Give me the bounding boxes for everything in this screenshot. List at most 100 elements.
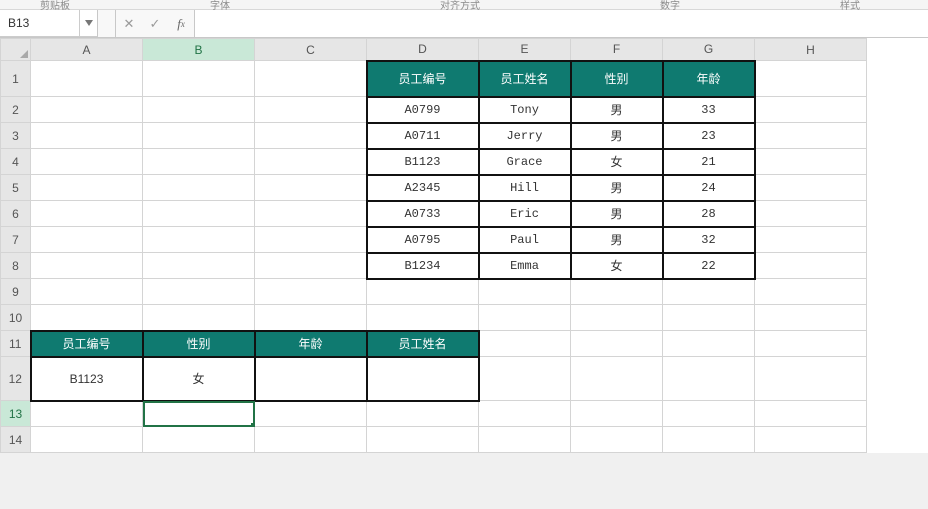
cell-C8[interactable] (255, 253, 367, 279)
cell-A1[interactable] (31, 61, 143, 97)
cell-H6[interactable] (755, 201, 867, 227)
cell-C3[interactable] (255, 123, 367, 149)
row-header-2[interactable]: 2 (1, 97, 31, 123)
cell-F4[interactable]: 女 (571, 149, 663, 175)
row-header-11[interactable]: 11 (1, 331, 31, 357)
cell-G12[interactable] (663, 357, 755, 401)
cell-B2[interactable] (143, 97, 255, 123)
cell-E13[interactable] (479, 401, 571, 427)
col-header-A[interactable]: A (31, 39, 143, 61)
cell-A9[interactable] (31, 279, 143, 305)
cell-E9[interactable] (479, 279, 571, 305)
cell-H9[interactable] (755, 279, 867, 305)
cell-A3[interactable] (31, 123, 143, 149)
cell-D2[interactable]: A0799 (367, 97, 479, 123)
name-box[interactable]: B13 (0, 10, 80, 37)
cell-A14[interactable] (31, 427, 143, 453)
col-header-C[interactable]: C (255, 39, 367, 61)
cell-C7[interactable] (255, 227, 367, 253)
row-header-8[interactable]: 8 (1, 253, 31, 279)
row-header-7[interactable]: 7 (1, 227, 31, 253)
row-header-13[interactable]: 13 (1, 401, 31, 427)
cell-H13[interactable] (755, 401, 867, 427)
cell-F12[interactable] (571, 357, 663, 401)
cell-D13[interactable] (367, 401, 479, 427)
cell-D3[interactable]: A0711 (367, 123, 479, 149)
col-header-D[interactable]: D (367, 39, 479, 61)
col-header-H[interactable]: H (755, 39, 867, 61)
row-header-6[interactable]: 6 (1, 201, 31, 227)
cell-E7[interactable]: Paul (479, 227, 571, 253)
cell-H8[interactable] (755, 253, 867, 279)
cell-G9[interactable] (663, 279, 755, 305)
cell-A4[interactable] (31, 149, 143, 175)
col-header-F[interactable]: F (571, 39, 663, 61)
cell-A5[interactable] (31, 175, 143, 201)
cell-E8[interactable]: Emma (479, 253, 571, 279)
row-header-4[interactable]: 4 (1, 149, 31, 175)
cell-D1[interactable]: 员工编号 (367, 61, 479, 97)
cell-D14[interactable] (367, 427, 479, 453)
cell-A6[interactable] (31, 201, 143, 227)
cell-B12[interactable]: 女 (143, 357, 255, 401)
cell-C4[interactable] (255, 149, 367, 175)
cell-H3[interactable] (755, 123, 867, 149)
cell-C13[interactable] (255, 401, 367, 427)
cell-C11[interactable]: 年龄 (255, 331, 367, 357)
cell-B13[interactable] (143, 401, 255, 427)
cell-B14[interactable] (143, 427, 255, 453)
cell-H14[interactable] (755, 427, 867, 453)
cell-E10[interactable] (479, 305, 571, 331)
cell-G6[interactable]: 28 (663, 201, 755, 227)
cell-E14[interactable] (479, 427, 571, 453)
cell-F10[interactable] (571, 305, 663, 331)
cell-C14[interactable] (255, 427, 367, 453)
cell-H11[interactable] (755, 331, 867, 357)
cell-H7[interactable] (755, 227, 867, 253)
cell-D6[interactable]: A0733 (367, 201, 479, 227)
cell-F11[interactable] (571, 331, 663, 357)
cell-G10[interactable] (663, 305, 755, 331)
cell-G14[interactable] (663, 427, 755, 453)
cell-F3[interactable]: 男 (571, 123, 663, 149)
cell-G2[interactable]: 33 (663, 97, 755, 123)
cell-C6[interactable] (255, 201, 367, 227)
cell-F13[interactable] (571, 401, 663, 427)
cell-H10[interactable] (755, 305, 867, 331)
cell-D8[interactable]: B1234 (367, 253, 479, 279)
cell-C12[interactable] (255, 357, 367, 401)
cell-G1[interactable]: 年龄 (663, 61, 755, 97)
col-header-E[interactable]: E (479, 39, 571, 61)
cell-G13[interactable] (663, 401, 755, 427)
cell-C9[interactable] (255, 279, 367, 305)
cell-D12[interactable] (367, 357, 479, 401)
cell-A8[interactable] (31, 253, 143, 279)
cell-B5[interactable] (143, 175, 255, 201)
formula-input[interactable] (194, 10, 928, 37)
cell-F8[interactable]: 女 (571, 253, 663, 279)
row-header-9[interactable]: 9 (1, 279, 31, 305)
cell-D10[interactable] (367, 305, 479, 331)
cell-B1[interactable] (143, 61, 255, 97)
cell-G4[interactable]: 21 (663, 149, 755, 175)
cell-A2[interactable] (31, 97, 143, 123)
cell-G3[interactable]: 23 (663, 123, 755, 149)
cell-H2[interactable] (755, 97, 867, 123)
worksheet-grid[interactable]: A B C D E F G H 1 员工编号 员工姓名 性别 年龄 2 A079… (0, 38, 928, 453)
cell-B3[interactable] (143, 123, 255, 149)
name-box-dropdown[interactable] (80, 10, 98, 37)
cell-D7[interactable]: A0795 (367, 227, 479, 253)
col-header-B[interactable]: B (143, 39, 255, 61)
row-header-12[interactable]: 12 (1, 357, 31, 401)
row-header-5[interactable]: 5 (1, 175, 31, 201)
cell-E4[interactable]: Grace (479, 149, 571, 175)
cell-H12[interactable] (755, 357, 867, 401)
cell-F14[interactable] (571, 427, 663, 453)
insert-function-button[interactable]: fx (168, 10, 194, 37)
row-header-10[interactable]: 10 (1, 305, 31, 331)
cell-G11[interactable] (663, 331, 755, 357)
cell-B6[interactable] (143, 201, 255, 227)
row-header-14[interactable]: 14 (1, 427, 31, 453)
cancel-formula-button[interactable]: ✕ (116, 10, 142, 37)
cell-H1[interactable] (755, 61, 867, 97)
